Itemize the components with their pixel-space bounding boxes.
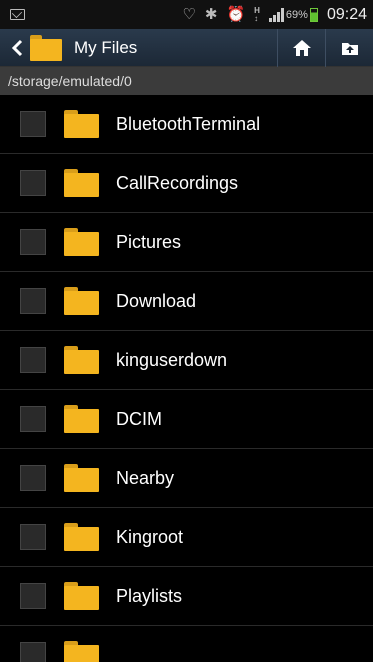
folder-icon bbox=[64, 405, 99, 433]
list-item[interactable]: CallRecordings bbox=[0, 154, 373, 213]
list-item[interactable] bbox=[0, 626, 373, 662]
folder-icon bbox=[64, 523, 99, 551]
folder-icon bbox=[64, 641, 99, 662]
list-item[interactable]: BluetoothTerminal bbox=[0, 95, 373, 154]
folder-icon bbox=[64, 287, 99, 315]
select-checkbox[interactable] bbox=[20, 524, 46, 550]
folder-name: kinguserdown bbox=[116, 349, 228, 370]
select-checkbox[interactable] bbox=[20, 288, 46, 314]
list-item[interactable]: DCIM bbox=[0, 390, 373, 449]
list-item[interactable]: Nearby bbox=[0, 449, 373, 508]
list-item[interactable]: Pictures bbox=[0, 213, 373, 272]
home-icon bbox=[292, 39, 311, 56]
list-item[interactable]: Kingroot bbox=[0, 508, 373, 567]
battery-icon bbox=[309, 7, 318, 22]
folder-icon bbox=[64, 169, 99, 197]
file-list: BluetoothTerminal CallRecordings Picture… bbox=[0, 95, 373, 662]
page-title: My Files bbox=[74, 37, 138, 57]
select-checkbox[interactable] bbox=[20, 583, 46, 609]
list-item[interactable]: Playlists bbox=[0, 567, 373, 626]
path-breadcrumb: /storage/emulated/0 bbox=[0, 67, 373, 95]
select-checkbox[interactable] bbox=[20, 347, 46, 373]
folder-name: Nearby bbox=[116, 467, 175, 488]
folder-name: Playlists bbox=[116, 585, 183, 606]
battery-percent: 69% bbox=[285, 8, 308, 21]
folder-name: CallRecordings bbox=[116, 172, 239, 193]
folder-name: BluetoothTerminal bbox=[116, 113, 261, 134]
alarm-icon: ⏰ bbox=[226, 6, 246, 23]
folder-name: Download bbox=[116, 290, 197, 311]
mail-notification-icon bbox=[10, 9, 25, 20]
folder-name: DCIM bbox=[116, 408, 162, 429]
folder-icon bbox=[64, 228, 99, 256]
signal-icon bbox=[268, 7, 284, 22]
folder-icon bbox=[64, 110, 99, 138]
vibrate-icon: ♡ bbox=[182, 6, 196, 23]
folder-icon bbox=[64, 346, 99, 374]
select-checkbox[interactable] bbox=[20, 111, 46, 137]
select-checkbox[interactable] bbox=[20, 229, 46, 255]
back-chevron-icon[interactable] bbox=[6, 29, 28, 67]
select-checkbox[interactable] bbox=[20, 406, 46, 432]
folder-icon bbox=[64, 582, 99, 610]
action-bar: My Files bbox=[0, 28, 373, 67]
status-bar: ♡ ✱ ⏰ H ↕ 69% 09:24 bbox=[0, 0, 373, 29]
list-item[interactable]: kinguserdown bbox=[0, 331, 373, 390]
folder-name: Kingroot bbox=[116, 526, 184, 547]
network-type-icon: H ↕ bbox=[254, 5, 260, 23]
folder-app-icon[interactable] bbox=[30, 34, 62, 61]
select-checkbox[interactable] bbox=[20, 465, 46, 491]
folder-icon bbox=[64, 464, 99, 492]
bluetooth-icon: ✱ bbox=[204, 6, 218, 23]
up-folder-button[interactable] bbox=[325, 28, 373, 67]
status-time: 09:24 bbox=[326, 5, 367, 23]
folder-up-icon bbox=[341, 42, 358, 55]
folder-name: Pictures bbox=[116, 231, 182, 252]
home-button[interactable] bbox=[277, 28, 325, 67]
select-checkbox[interactable] bbox=[20, 170, 46, 196]
list-item[interactable]: Download bbox=[0, 272, 373, 331]
select-checkbox[interactable] bbox=[20, 642, 46, 662]
